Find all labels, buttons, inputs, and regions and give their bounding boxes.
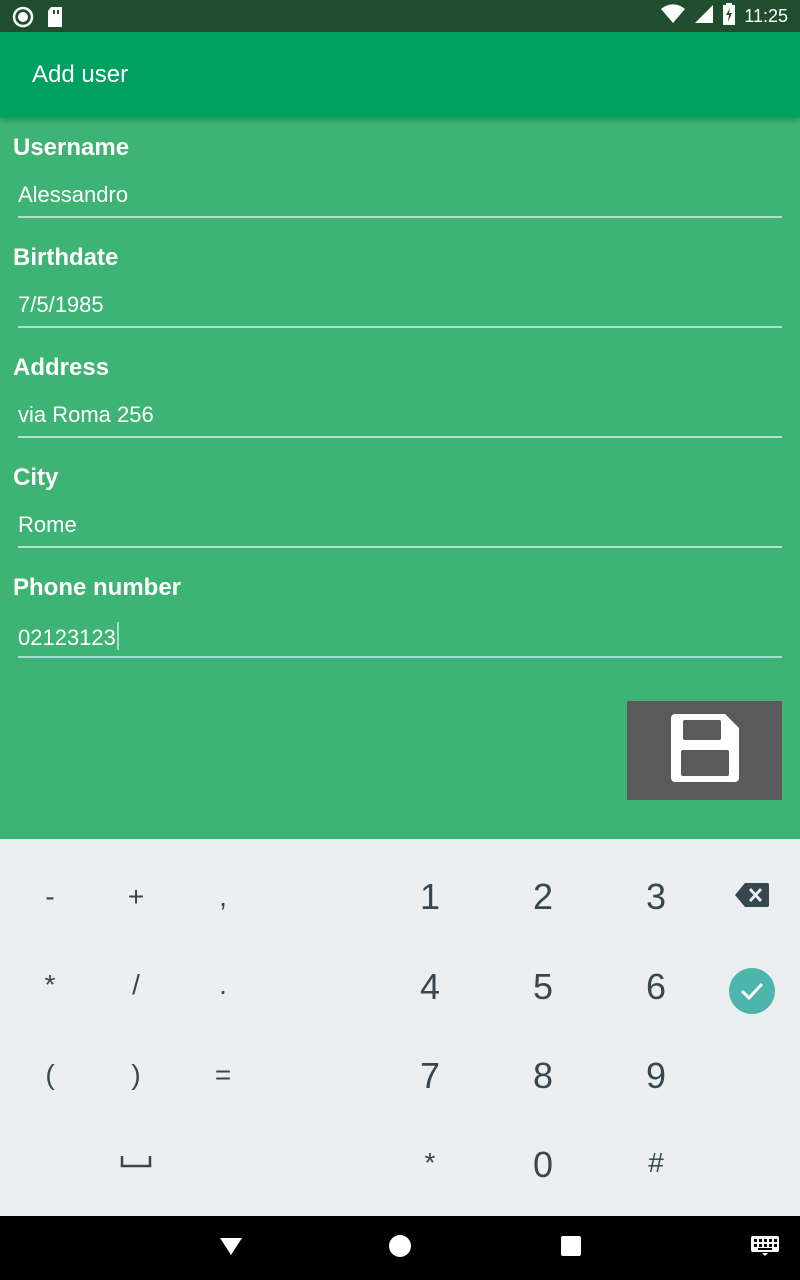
home-button[interactable]	[380, 1228, 420, 1268]
wifi-icon	[660, 3, 686, 29]
address-field: Address via Roma 256	[0, 338, 800, 448]
key-plus[interactable]: +	[96, 857, 176, 937]
key-0[interactable]: 0	[503, 1125, 583, 1205]
back-button[interactable]	[211, 1228, 251, 1268]
keyboard-switch-button[interactable]	[745, 1228, 785, 1268]
key-period[interactable]: .	[183, 945, 263, 1025]
key-7[interactable]: 7	[390, 1036, 470, 1116]
city-field: City Rome	[0, 448, 800, 558]
signal-icon	[694, 4, 714, 29]
recents-icon	[561, 1235, 581, 1261]
page-title: Add user	[32, 61, 129, 88]
key-slash[interactable]: /	[96, 945, 176, 1025]
phone-input[interactable]: 02123123	[18, 622, 782, 658]
key-5[interactable]: 5	[503, 947, 583, 1027]
phone-field: Phone number 02123123	[0, 558, 800, 668]
key-comma[interactable]: ,	[183, 857, 263, 937]
city-input[interactable]: Rome	[18, 512, 782, 548]
username-input[interactable]: Alessandro	[18, 182, 782, 218]
key-6[interactable]: 6	[616, 947, 696, 1027]
add-user-form: Username Alessandro Birthdate 7/5/1985 A…	[0, 118, 800, 839]
address-label: Address	[13, 354, 110, 381]
back-icon	[219, 1236, 243, 1261]
key-close-paren[interactable]: )	[96, 1035, 176, 1115]
username-value: Alessandro	[18, 182, 129, 207]
text-caret	[116, 622, 119, 650]
navigation-bar	[0, 1216, 800, 1280]
key-star[interactable]: *	[390, 1123, 470, 1203]
city-value: Rome	[18, 512, 77, 537]
recents-button[interactable]	[551, 1228, 591, 1268]
checkmark-icon	[728, 967, 776, 1020]
numeric-keyboard: - + , * / . ( ) = 1 2 3 4 5 6 7 8 9 * 0 …	[0, 839, 800, 1216]
save-button[interactable]	[627, 701, 782, 800]
backspace-icon	[735, 882, 769, 912]
username-label: Username	[13, 134, 130, 161]
address-input[interactable]: via Roma 256	[18, 402, 782, 438]
space-icon	[120, 1154, 152, 1173]
backspace-key[interactable]	[712, 857, 792, 937]
key-2[interactable]: 2	[503, 857, 583, 937]
phone-label: Phone number	[13, 574, 182, 601]
birthdate-input[interactable]: 7/5/1985	[18, 292, 782, 328]
status-time: 11:25	[744, 5, 788, 26]
key-asterisk[interactable]: *	[10, 945, 90, 1025]
notification-circle-icon	[12, 6, 34, 33]
key-open-paren[interactable]: (	[10, 1035, 90, 1115]
key-1[interactable]: 1	[390, 857, 470, 937]
battery-charging-icon	[722, 2, 736, 30]
address-value: via Roma 256	[18, 402, 154, 427]
key-hash[interactable]: #	[616, 1123, 696, 1203]
sd-card-icon	[46, 6, 64, 33]
floppy-disk-icon	[670, 714, 739, 787]
key-4[interactable]: 4	[390, 947, 470, 1027]
home-icon	[388, 1234, 412, 1263]
key-minus[interactable]: -	[10, 857, 90, 937]
keyboard-switch-icon	[751, 1235, 779, 1261]
key-equals[interactable]: =	[183, 1035, 263, 1115]
phone-value: 02123123	[18, 625, 116, 650]
city-label: City	[13, 464, 59, 491]
status-bar: 11:25	[0, 0, 800, 32]
birthdate-value: 7/5/1985	[18, 292, 104, 317]
key-3[interactable]: 3	[616, 857, 696, 937]
key-space[interactable]	[96, 1123, 176, 1203]
done-key[interactable]	[712, 953, 792, 1033]
key-8[interactable]: 8	[503, 1036, 583, 1116]
app-bar: Add user	[0, 32, 800, 118]
birthdate-field: Birthdate 7/5/1985	[0, 228, 800, 338]
key-9[interactable]: 9	[616, 1036, 696, 1116]
username-field: Username Alessandro	[0, 118, 800, 228]
birthdate-label: Birthdate	[13, 244, 119, 271]
